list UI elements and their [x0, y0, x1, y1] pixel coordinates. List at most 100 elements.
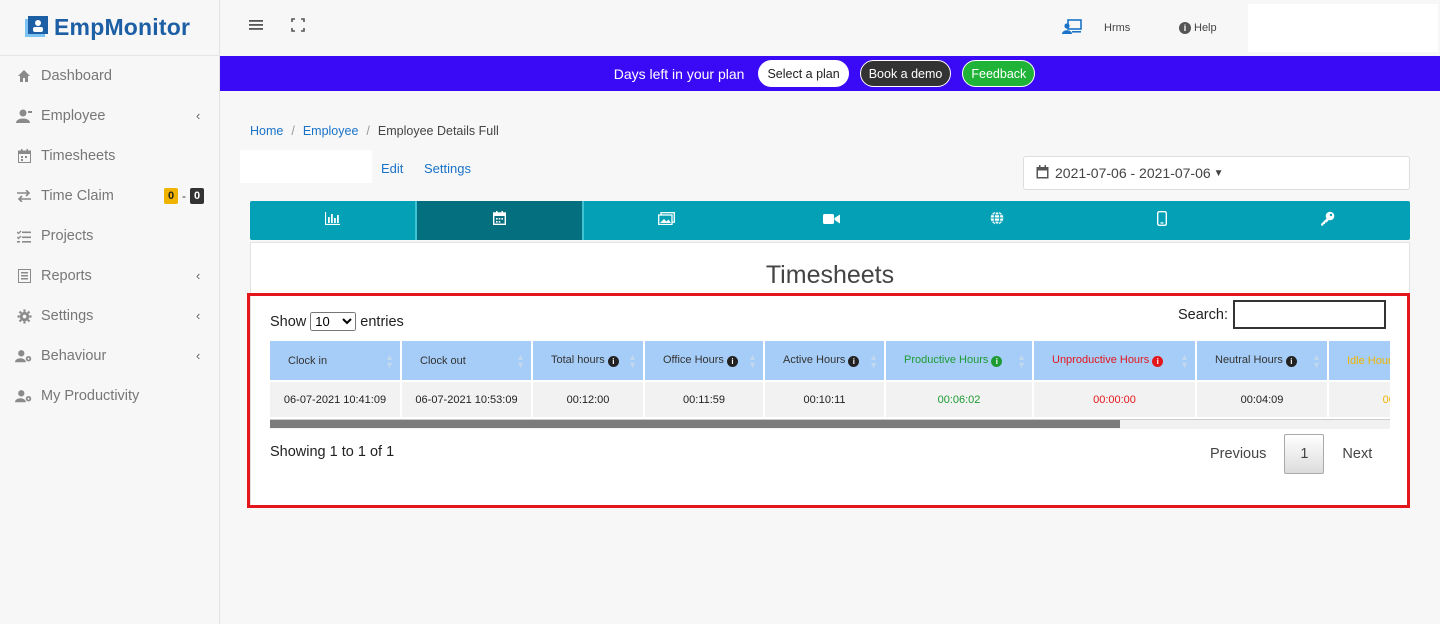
page-size-select[interactable]: 10 — [310, 312, 357, 331]
sidebar-item-behaviour[interactable]: Behaviour ‹ — [0, 336, 219, 376]
calendar-icon — [15, 147, 33, 165]
calendar-icon — [1036, 164, 1049, 182]
column-header[interactable]: Office Hours i ▲ ▼ — [644, 341, 765, 381]
date-range-picker[interactable]: 2021-07-06 - 2021-07-06 ▼ — [1023, 156, 1410, 190]
timesheet-table-wrapper: Clock in ▲ ▼ Clock out ▲ ▼ Total hours i ▲ ▼ Of… — [270, 341, 1390, 429]
fullscreen-icon[interactable] — [291, 18, 305, 37]
tab-video[interactable] — [749, 201, 914, 240]
book-demo-button[interactable]: Book a demo — [859, 60, 952, 87]
bar-chart-icon — [324, 211, 341, 230]
table-header-row: Clock in ▲ ▼ Clock out ▲ ▼ Total hours i ▲ ▼ Of… — [270, 341, 1390, 381]
logo[interactable]: EmpMonitor — [0, 0, 219, 56]
days-left-text: Days left in your plan — [613, 65, 745, 82]
topbar: Hrms i Help — [220, 0, 1440, 56]
column-header[interactable]: Neutral Hours i ▲ ▼ — [1196, 341, 1329, 381]
sidebar-item-settings[interactable]: Settings ‹ — [0, 296, 219, 336]
select-plan-button[interactable]: Select a plan — [758, 60, 849, 87]
column-header[interactable]: Unproductive Hours i ▲ ▼ — [1033, 341, 1197, 381]
table-cell: 00:11:59 — [644, 380, 765, 417]
badge-separator: - — [182, 189, 186, 203]
sort-icon: ▲ ▼ — [1180, 352, 1189, 370]
logo-icon — [24, 15, 48, 41]
tab-dashboard[interactable] — [250, 201, 415, 240]
show-label: Show — [270, 313, 307, 330]
scrollbar-thumb[interactable] — [270, 420, 1120, 428]
user-cog-icon — [15, 387, 33, 405]
sort-icon: ▲ ▼ — [628, 352, 637, 370]
pagination: Previous 1 Next — [1196, 434, 1372, 474]
info-icon[interactable]: i — [607, 356, 619, 367]
column-header[interactable]: Clock out ▲ ▼ — [401, 341, 533, 381]
column-header[interactable]: Total hours i ▲ ▼ — [532, 341, 645, 381]
key-icon — [1320, 211, 1335, 231]
column-header[interactable]: Idle Hours — [1328, 341, 1390, 381]
sort-icon: ▲ ▼ — [385, 352, 394, 370]
next-button[interactable]: Next — [1324, 446, 1372, 462]
brand-name: EmpMonitor — [54, 14, 191, 40]
tab-web-usage[interactable] — [915, 201, 1080, 240]
table-cell: 06-07-2021 10:53:09 — [401, 380, 533, 417]
sidebar-item-projects[interactable]: Projects — [0, 216, 219, 256]
images-icon — [658, 211, 676, 230]
sort-icon: ▲ ▼ — [748, 352, 757, 370]
user-profile-area[interactable] — [1248, 4, 1438, 52]
settings-link[interactable]: Settings — [424, 161, 471, 176]
sidebar-item-label: Projects — [41, 228, 94, 244]
sidebar-item-dashboard[interactable]: Dashboard — [0, 56, 219, 96]
sidebar-item-my-productivity[interactable]: My Productivity — [0, 376, 219, 416]
search-input[interactable] — [1232, 300, 1386, 329]
sidebar-item-reports[interactable]: Reports ‹ — [0, 256, 219, 296]
table-cell: 00:06:02 — [885, 380, 1034, 417]
info-icon[interactable]: i — [1285, 356, 1297, 367]
exchange-icon — [15, 187, 33, 205]
sidebar-item-timesheets[interactable]: Timesheets — [0, 136, 219, 176]
breadcrumb-current: Employee Details Full — [377, 124, 499, 138]
edit-link[interactable]: Edit — [381, 161, 403, 176]
previous-button[interactable]: Previous — [1196, 446, 1284, 462]
menu-icon[interactable] — [249, 18, 263, 37]
sidebar-item-label: Timesheets — [41, 148, 116, 164]
hrms-link[interactable]: Hrms — [1062, 0, 1130, 56]
approved-count-badge: 0 — [190, 188, 204, 204]
caret-down-icon: ▼ — [1213, 167, 1224, 179]
calendar-icon — [493, 211, 507, 230]
help-label: Help — [1194, 22, 1217, 34]
home-icon — [15, 67, 33, 85]
search-label: Search: — [1178, 306, 1228, 323]
feedback-button[interactable]: Feedback — [962, 60, 1036, 87]
info-icon[interactable]: i — [991, 356, 1003, 367]
page-size-control: Show 10 entries — [270, 312, 404, 331]
horizontal-scrollbar[interactable] — [270, 419, 1390, 429]
user-icon — [15, 107, 33, 125]
plan-banner: Days left in your plan Select a plan Boo… — [220, 56, 1440, 91]
chevron-left-icon: ‹ — [196, 348, 201, 363]
page-1-button[interactable]: 1 — [1284, 434, 1325, 474]
tab-keystrokes[interactable] — [1245, 201, 1410, 240]
employee-name-box — [240, 150, 372, 183]
breadcrumb-employee[interactable]: Employee — [303, 124, 359, 138]
sort-icon: ▲ ▼ — [516, 352, 525, 370]
breadcrumb-home[interactable]: Home — [250, 124, 283, 138]
sidebar-item-employee[interactable]: Employee ‹ — [0, 96, 219, 136]
globe-icon — [990, 211, 1004, 230]
tab-mobile[interactable] — [1080, 201, 1245, 240]
hrms-label: Hrms — [1104, 22, 1131, 34]
help-link[interactable]: i Help — [1179, 0, 1217, 56]
sidebar: EmpMonitor Dashboard Employee ‹ Timeshee… — [0, 0, 220, 624]
tab-timesheets[interactable] — [415, 201, 585, 240]
sidebar-item-label: Time Claim — [41, 188, 114, 204]
tab-screenshots[interactable] — [584, 201, 749, 240]
table-row: 06-07-2021 10:41:09 06-07-2021 10:53:09 … — [270, 380, 1390, 417]
video-camera-icon — [823, 212, 841, 230]
sort-icon: ▲ ▼ — [869, 352, 878, 370]
timesheet-table: Clock in ▲ ▼ Clock out ▲ ▼ Total hours i ▲ ▼ Of… — [270, 341, 1390, 417]
sidebar-item-time-claim[interactable]: Time Claim 0 - 0 — [0, 176, 219, 216]
chevron-left-icon: ‹ — [196, 308, 201, 323]
column-header[interactable]: Active Hours i ▲ ▼ — [764, 341, 886, 381]
mobile-icon — [1157, 210, 1168, 231]
info-icon[interactable]: i — [1152, 356, 1164, 367]
column-header[interactable]: Productive Hours i ▲ ▼ — [885, 341, 1034, 381]
info-icon[interactable]: i — [726, 356, 738, 367]
column-header[interactable]: Clock in ▲ ▼ — [270, 341, 402, 381]
info-icon[interactable]: i — [848, 356, 860, 367]
